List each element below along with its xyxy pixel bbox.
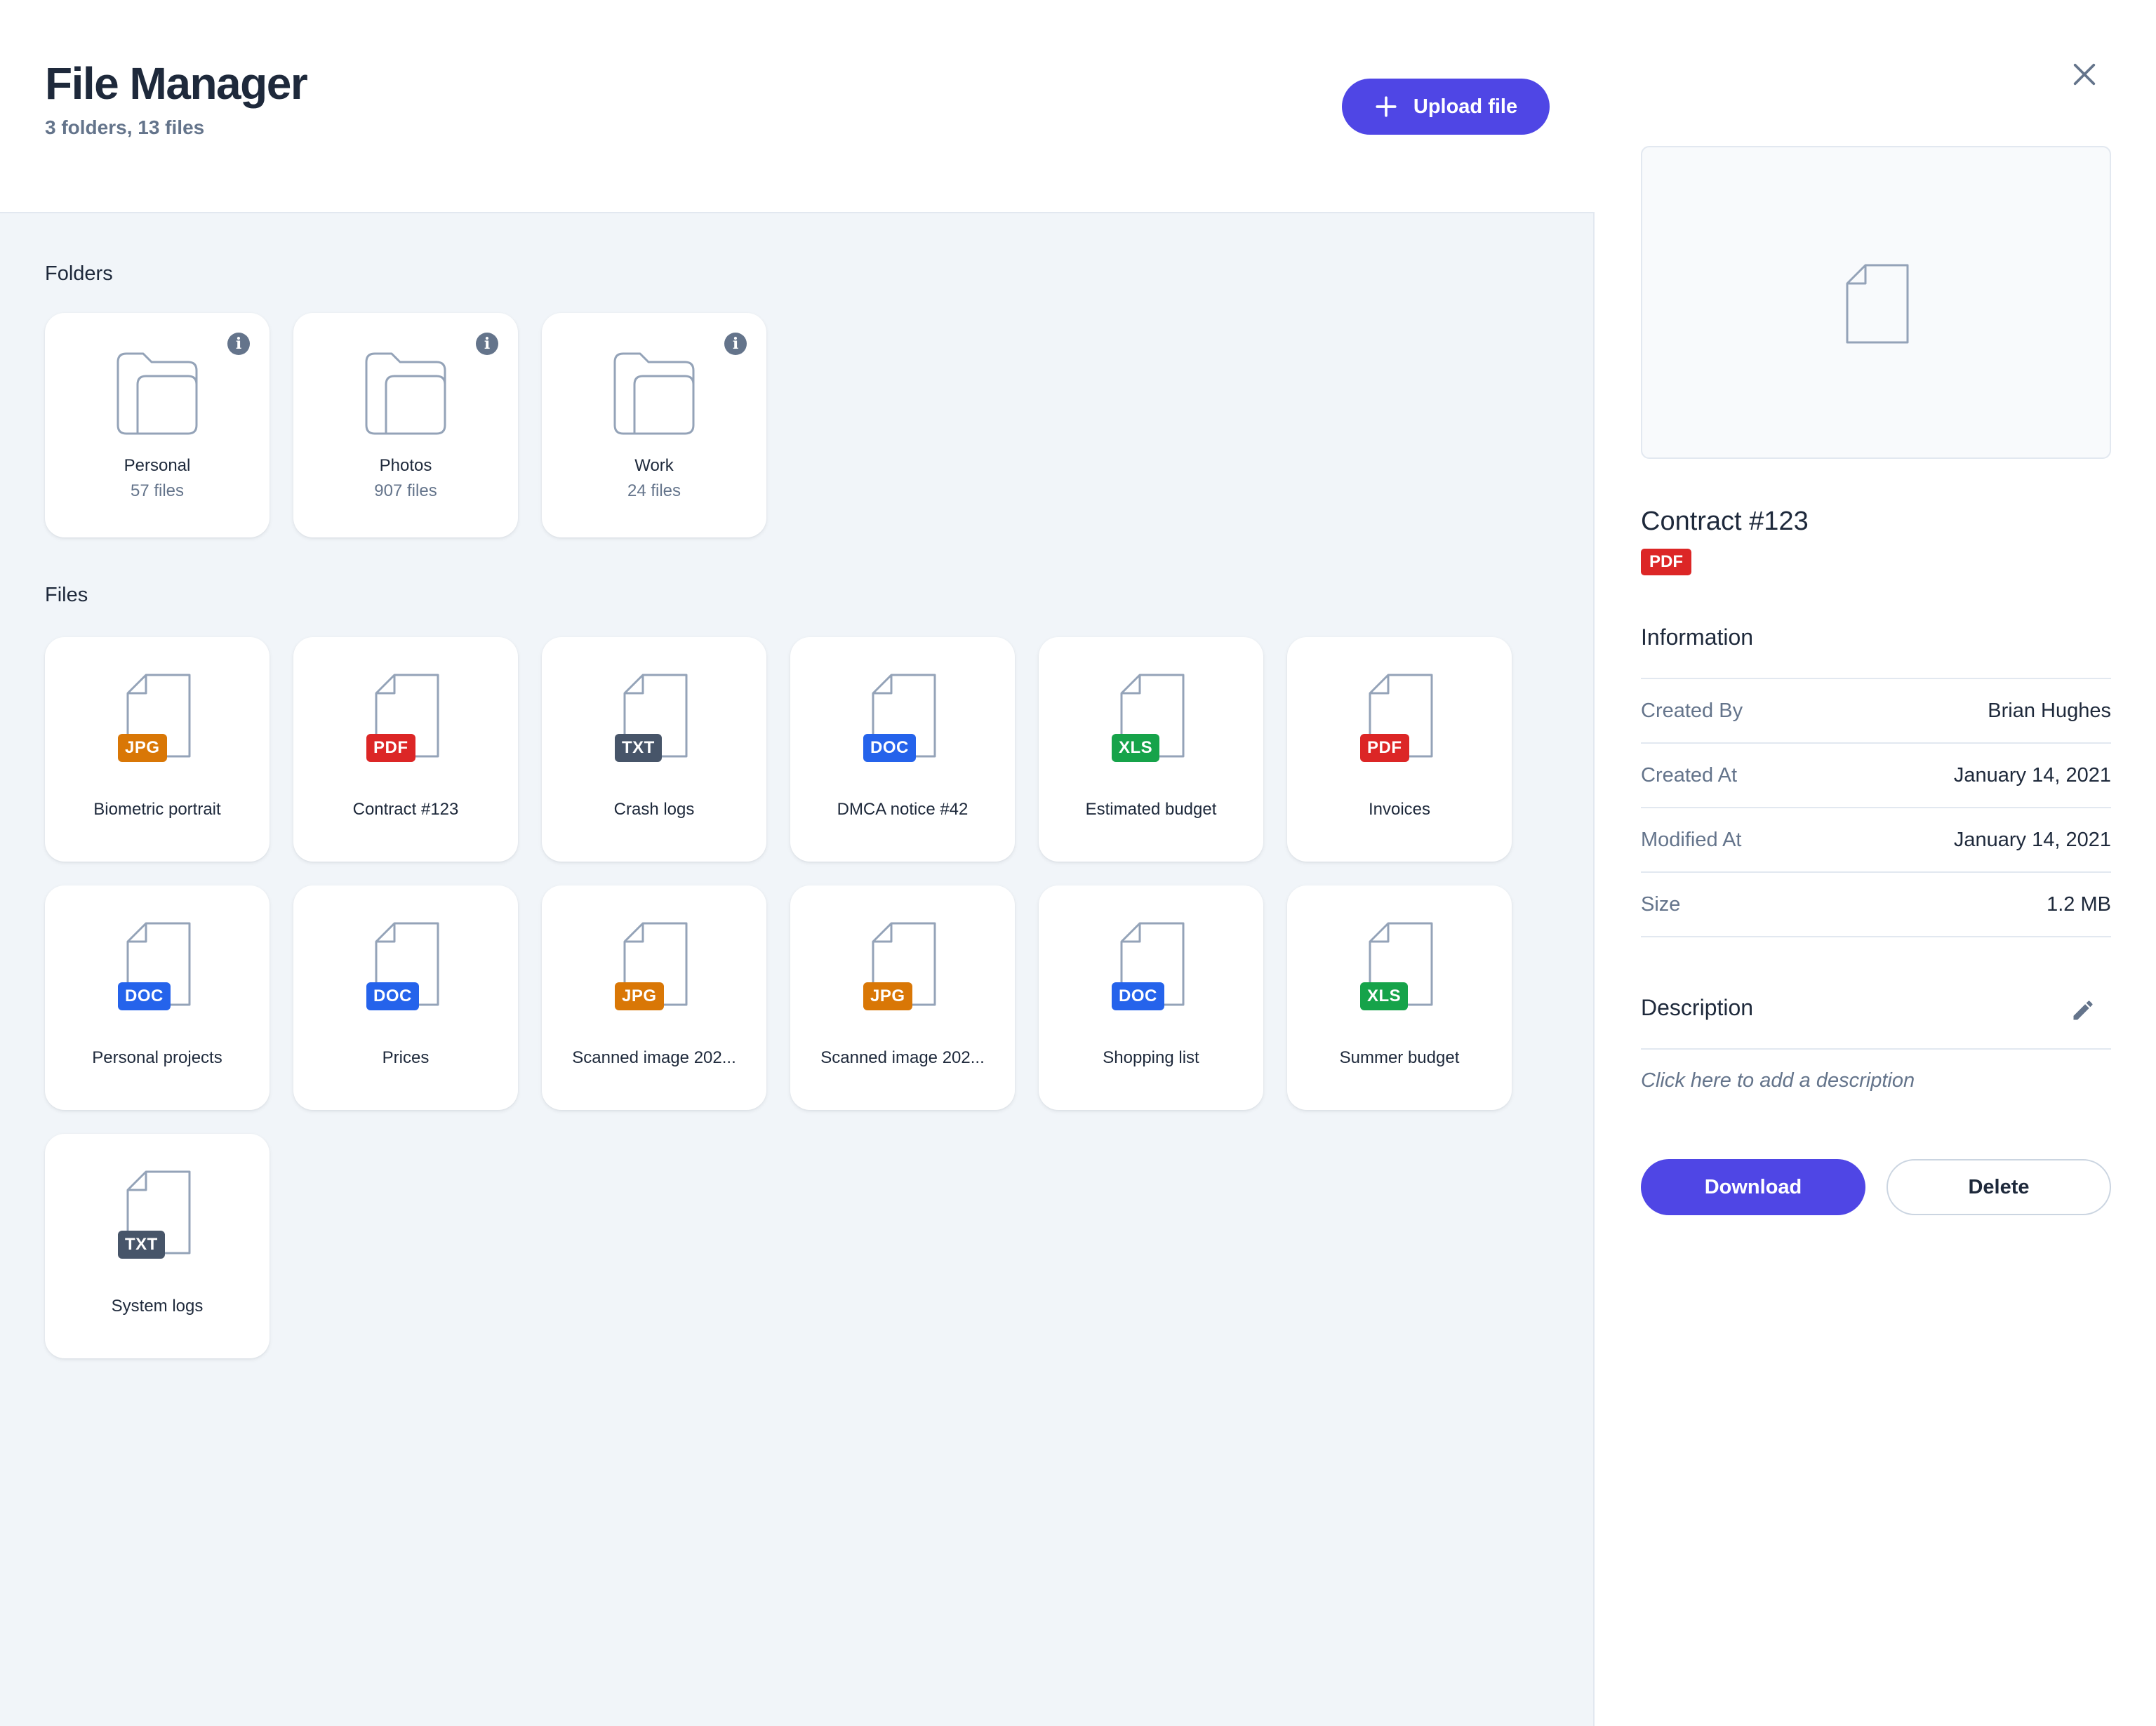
- information-heading: Information: [1641, 624, 1754, 650]
- file-card[interactable]: XLS Summer budget: [1287, 885, 1512, 1110]
- plus-icon: [1376, 96, 1397, 117]
- close-icon[interactable]: [2070, 60, 2098, 88]
- file-type-badge: DOC: [863, 734, 916, 762]
- info-value: Brian Hughes: [1988, 699, 2111, 722]
- file-card[interactable]: DOC Shopping list: [1039, 885, 1263, 1110]
- file-type-badge: PDF: [1360, 734, 1409, 762]
- info-row-created-by: Created By Brian Hughes: [1641, 679, 2111, 744]
- selected-file-type-badge: PDF: [1641, 549, 1691, 575]
- info-label: Modified At: [1641, 828, 1742, 851]
- file-name: Shopping list: [1103, 1048, 1199, 1067]
- folder-name: Work: [634, 456, 674, 475]
- description-field[interactable]: Click here to add a description: [1641, 1069, 1915, 1092]
- description-heading: Description: [1641, 995, 1754, 1020]
- folder-card[interactable]: i Photos 907 files: [293, 313, 518, 537]
- file-card[interactable]: DOC Prices: [293, 885, 518, 1110]
- upload-file-button[interactable]: Upload file: [1342, 79, 1550, 135]
- document-icon: [1846, 264, 1909, 344]
- file-name: Estimated budget: [1085, 800, 1217, 819]
- file-card[interactable]: JPG Scanned image 202...: [790, 885, 1015, 1110]
- pencil-icon[interactable]: [2070, 998, 2096, 1023]
- file-type-badge: JPG: [118, 734, 167, 762]
- file-card[interactable]: DOC Personal projects: [45, 885, 270, 1110]
- file-type-badge: JPG: [615, 982, 664, 1010]
- folder-name: Personal: [124, 456, 191, 475]
- file-type-badge: TXT: [615, 734, 662, 762]
- file-card[interactable]: PDF Invoices: [1287, 637, 1512, 862]
- file-card[interactable]: TXT Crash logs: [542, 637, 766, 862]
- info-value: January 14, 2021: [1953, 763, 2111, 787]
- file-name: System logs: [111, 1297, 204, 1316]
- folder-icon: [117, 352, 198, 435]
- file-name: Crash logs: [613, 800, 695, 819]
- file-card[interactable]: TXT System logs: [45, 1134, 270, 1358]
- info-icon[interactable]: i: [476, 333, 498, 355]
- info-label: Created By: [1641, 699, 1743, 722]
- files-section-label: Files: [45, 584, 88, 606]
- file-type-badge: DOC: [366, 982, 419, 1010]
- folder-icon: [365, 352, 446, 435]
- file-name: Summer budget: [1339, 1048, 1460, 1067]
- file-card[interactable]: PDF Contract #123: [293, 637, 518, 862]
- info-value: 1.2 MB: [2047, 892, 2111, 916]
- folders-section-label: Folders: [45, 262, 113, 285]
- file-name: Invoices: [1368, 800, 1431, 819]
- file-type-badge: TXT: [118, 1231, 165, 1259]
- file-name: Scanned image 202...: [820, 1048, 985, 1067]
- file-card[interactable]: JPG Scanned image 202...: [542, 885, 766, 1110]
- file-name: Contract #123: [352, 800, 459, 819]
- info-icon[interactable]: i: [724, 333, 747, 355]
- folder-name: Photos: [379, 456, 432, 475]
- info-icon[interactable]: i: [227, 333, 250, 355]
- info-row-size: Size 1.2 MB: [1641, 873, 2111, 937]
- main-area: File Manager 3 folders, 13 files Upload …: [0, 0, 1595, 1726]
- folder-icon: [613, 352, 695, 435]
- file-card[interactable]: JPG Biometric portrait: [45, 637, 270, 862]
- description-divider: [1641, 1048, 2111, 1050]
- information-list: Created By Brian Hughes Created At Janua…: [1641, 678, 2111, 937]
- file-type-badge: JPG: [863, 982, 912, 1010]
- folder-file-count: 24 files: [627, 481, 681, 500]
- file-name: Prices: [382, 1048, 430, 1067]
- file-type-badge: XLS: [1360, 982, 1409, 1010]
- file-type-badge: DOC: [118, 982, 171, 1010]
- file-name: Personal projects: [92, 1048, 222, 1067]
- file-name: Scanned image 202...: [572, 1048, 736, 1067]
- info-row-created-at: Created At January 14, 2021: [1641, 744, 2111, 808]
- info-row-modified-at: Modified At January 14, 2021: [1641, 808, 2111, 873]
- file-type-badge: XLS: [1112, 734, 1160, 762]
- file-preview: [1641, 146, 2111, 459]
- selected-file-title: Contract #123: [1641, 507, 1809, 536]
- page-title: File Manager: [45, 58, 308, 109]
- page-header: File Manager 3 folders, 13 files Upload …: [0, 0, 1595, 213]
- file-name: DMCA notice #42: [837, 800, 969, 819]
- upload-file-label: Upload file: [1413, 95, 1518, 118]
- page-subtitle: 3 folders, 13 files: [45, 116, 205, 138]
- file-type-badge: DOC: [1112, 982, 1164, 1010]
- download-button[interactable]: Download: [1641, 1159, 1865, 1215]
- info-label: Created At: [1641, 763, 1738, 787]
- delete-button[interactable]: Delete: [1886, 1159, 2111, 1215]
- folder-file-count: 907 files: [374, 481, 437, 500]
- file-type-badge: PDF: [366, 734, 415, 762]
- file-card[interactable]: DOC DMCA notice #42: [790, 637, 1015, 862]
- file-card[interactable]: XLS Estimated budget: [1039, 637, 1263, 862]
- info-value: January 14, 2021: [1953, 828, 2111, 851]
- folder-file-count: 57 files: [130, 481, 185, 500]
- file-name: Biometric portrait: [93, 800, 221, 819]
- folder-card[interactable]: i Personal 57 files: [45, 313, 270, 537]
- folder-card[interactable]: i Work 24 files: [542, 313, 766, 537]
- info-label: Size: [1641, 892, 1681, 916]
